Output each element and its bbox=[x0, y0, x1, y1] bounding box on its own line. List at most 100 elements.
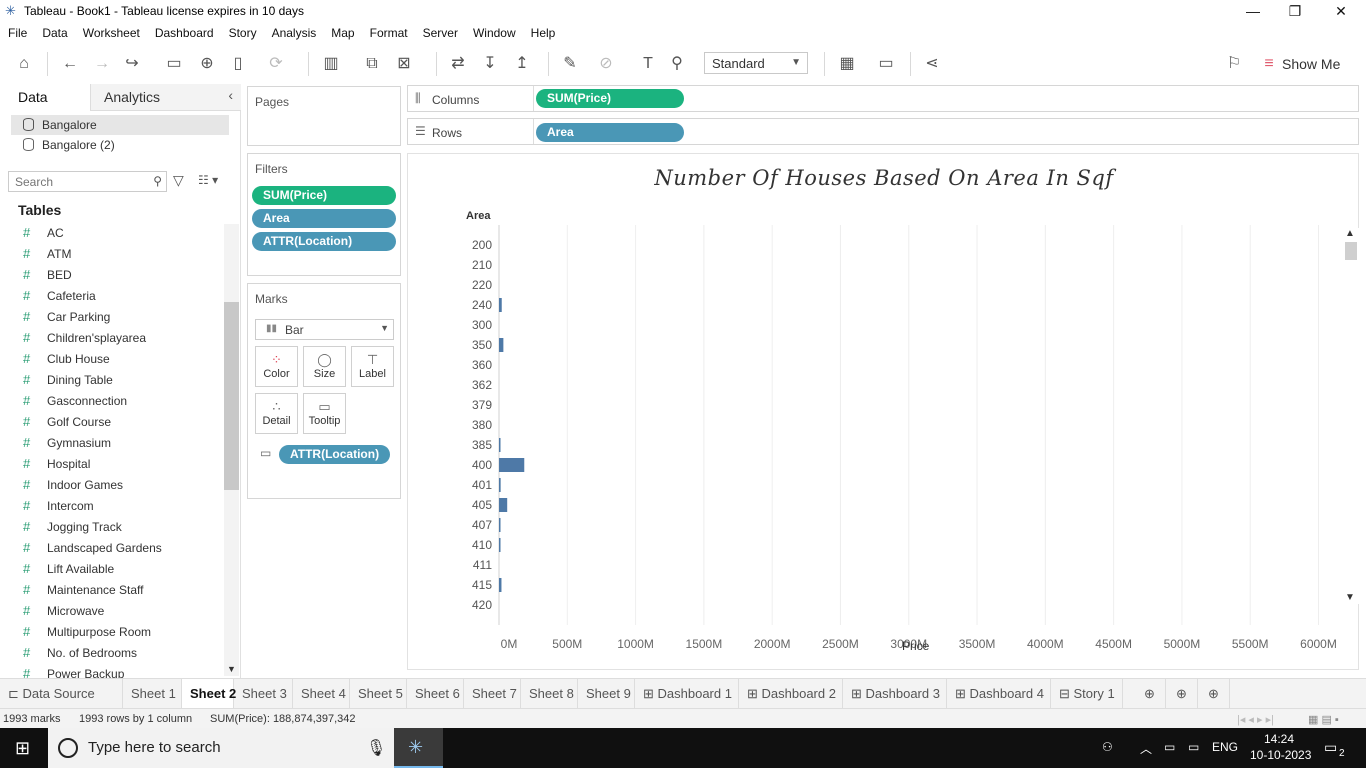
scroll-down-icon[interactable]: ▼ bbox=[227, 664, 236, 674]
format-painter-icon[interactable]: ⚐ bbox=[1222, 52, 1246, 76]
field-item[interactable]: # Microwave bbox=[0, 602, 222, 623]
pages-shelf[interactable]: Pages bbox=[247, 86, 401, 146]
label-button[interactable]: ⊤ Label bbox=[351, 346, 394, 387]
sheet-tab[interactable]: Sheet 5 bbox=[350, 679, 407, 708]
taskbar-tableau-app[interactable]: ✳ bbox=[394, 728, 443, 768]
show-me-icon[interactable]: ≡ bbox=[1258, 52, 1280, 76]
view-grid-icon[interactable]: ▦ ▤ ▪ bbox=[1308, 713, 1339, 726]
sheet-tab[interactable]: ⊏ Data Source bbox=[0, 679, 123, 708]
menu-help[interactable]: Help bbox=[523, 22, 563, 40]
menu-map[interactable]: Map bbox=[323, 22, 361, 40]
sheet-tab[interactable]: Sheet 1 bbox=[123, 679, 182, 708]
sheet-tab[interactable]: Sheet 2 bbox=[182, 679, 236, 708]
search-field[interactable]: ⚲ bbox=[8, 171, 167, 192]
mark-type-select[interactable]: ▮▮ Bar ▼ bbox=[255, 319, 394, 340]
highlight-icon[interactable]: ✎ bbox=[558, 52, 582, 76]
filter-pill-sum-price[interactable]: SUM(Price) bbox=[252, 186, 396, 205]
field-item[interactable]: # Multipurpose Room bbox=[0, 623, 222, 644]
sheet-tab[interactable]: ⊞ Dashboard 2 bbox=[739, 679, 843, 708]
bar[interactable] bbox=[499, 498, 508, 512]
nav-first-icon[interactable]: |◂ ◂ ▸ ▸| bbox=[1237, 713, 1274, 726]
windows-start-icon[interactable]: ⊞ bbox=[15, 738, 30, 759]
minimize-button[interactable]: — bbox=[1230, 0, 1276, 22]
filters-shelf[interactable]: Filters SUM(Price) Area ATTR(Location) bbox=[247, 153, 401, 276]
sheet-tab[interactable]: Sheet 4 bbox=[293, 679, 350, 708]
chart-scrollbar[interactable]: ▲ ▼ bbox=[1343, 228, 1359, 604]
rows-pill-area[interactable]: Area bbox=[536, 123, 684, 142]
bar[interactable] bbox=[499, 458, 525, 472]
datasource-bangalore-2[interactable]: Bangalore (2) bbox=[11, 135, 229, 155]
color-button[interactable]: ⁘ Color bbox=[255, 346, 298, 387]
home-icon[interactable]: ⌂ bbox=[12, 52, 36, 76]
bar[interactable] bbox=[499, 578, 502, 592]
field-item[interactable]: # Intercom bbox=[0, 497, 222, 518]
replay-icon[interactable]: ↪ bbox=[120, 52, 144, 76]
sheet-tab[interactable]: ⊞ Dashboard 4 bbox=[947, 679, 1051, 708]
field-item[interactable]: # Indoor Games bbox=[0, 476, 222, 497]
new-dashboard-tab-icon[interactable]: ⊕ bbox=[1166, 679, 1198, 708]
share-icon[interactable]: ⋖ bbox=[920, 52, 944, 76]
scroll-up-icon[interactable]: ▲ bbox=[1345, 228, 1355, 239]
tab-analytics[interactable]: Analytics ‹ bbox=[90, 84, 241, 111]
columns-pill-sum-price[interactable]: SUM(Price) bbox=[536, 89, 684, 108]
field-item[interactable]: # Maintenance Staff bbox=[0, 581, 222, 602]
sheet-tab[interactable]: ⊟ Story 1 bbox=[1051, 679, 1123, 708]
collapse-pane-icon[interactable]: ‹ bbox=[228, 87, 233, 103]
tab-data[interactable]: Data bbox=[0, 84, 90, 111]
detail-button[interactable]: ∴ Detail bbox=[255, 393, 298, 434]
field-item[interactable]: # Gymnasium bbox=[0, 434, 222, 455]
field-item[interactable]: # Children'splayarea bbox=[0, 329, 222, 350]
menu-analysis[interactable]: Analysis bbox=[264, 22, 324, 40]
sheet-tab[interactable]: Sheet 6 bbox=[407, 679, 464, 708]
new-story-tab-icon[interactable]: ⊕ bbox=[1198, 679, 1230, 708]
people-icon[interactable]: ⚇ bbox=[1102, 740, 1113, 754]
bar[interactable] bbox=[499, 298, 502, 312]
show-me-button[interactable]: Show Me bbox=[1282, 52, 1342, 76]
filter-icon[interactable]: ▽ bbox=[173, 172, 184, 189]
sheet-tab[interactable]: ⊞ Dashboard 1 bbox=[635, 679, 739, 708]
close-button[interactable]: ✕ bbox=[1318, 0, 1364, 22]
bar[interactable] bbox=[499, 338, 504, 352]
field-item[interactable]: # Gasconnection bbox=[0, 392, 222, 413]
taskbar-search[interactable]: Type here to search 🎙 bbox=[48, 728, 394, 768]
field-item[interactable]: # Golf Course bbox=[0, 413, 222, 434]
pause-updates-icon[interactable]: ▯ bbox=[226, 52, 250, 76]
field-item[interactable]: # Landscaped Gardens bbox=[0, 539, 222, 560]
presentation-mode-icon[interactable]: ▭ bbox=[874, 52, 898, 76]
bar[interactable] bbox=[499, 538, 501, 552]
microphone-icon[interactable]: 🎙 bbox=[366, 738, 386, 758]
sheet-tab[interactable]: Sheet 7 bbox=[464, 679, 521, 708]
bar[interactable] bbox=[499, 518, 501, 532]
filter-pill-area[interactable]: Area bbox=[252, 209, 396, 228]
field-item[interactable]: # No. of Bedrooms bbox=[0, 644, 222, 665]
fit-select[interactable]: Standard ▼ bbox=[704, 52, 808, 74]
menu-worksheet[interactable]: Worksheet bbox=[75, 22, 147, 40]
field-item[interactable]: # Cafeteria bbox=[0, 287, 222, 308]
network-icon[interactable]: ▭ bbox=[1188, 740, 1199, 754]
sheet-tab[interactable]: Sheet 3 bbox=[234, 679, 293, 708]
tray-date[interactable]: 10-10-2023 bbox=[1250, 748, 1311, 762]
swap-rows-columns-icon[interactable]: ⇄ bbox=[446, 52, 470, 76]
redo-icon[interactable]: → bbox=[90, 52, 114, 76]
sheet-tab[interactable]: Sheet 9 bbox=[578, 679, 635, 708]
field-item[interactable]: # ATM bbox=[0, 245, 222, 266]
battery-icon[interactable]: ▭ bbox=[1164, 740, 1175, 754]
tray-time[interactable]: 14:24 bbox=[1264, 732, 1294, 746]
filter-pill-location[interactable]: ATTR(Location) bbox=[252, 232, 396, 251]
field-item[interactable]: # BED bbox=[0, 266, 222, 287]
refresh-icon[interactable]: ⟳ bbox=[264, 52, 288, 76]
field-item[interactable]: # Car Parking bbox=[0, 308, 222, 329]
menu-story[interactable]: Story bbox=[221, 22, 264, 40]
save-icon[interactable]: ▭ bbox=[162, 52, 186, 76]
field-item[interactable]: # Dining Table bbox=[0, 371, 222, 392]
field-item[interactable]: # Club House bbox=[0, 350, 222, 371]
view-options-icon[interactable]: ☷ ▾ bbox=[198, 173, 218, 187]
restore-button[interactable]: ❐ bbox=[1272, 0, 1318, 22]
clear-sheet-icon[interactable]: ⊠ bbox=[392, 52, 416, 76]
chart-scrollbar-thumb[interactable] bbox=[1345, 242, 1357, 260]
columns-shelf[interactable]: ⫼ Columns SUM(Price) bbox=[407, 85, 1359, 112]
fix-axes-icon[interactable]: ⚲ bbox=[665, 52, 689, 76]
tray-chevron-icon[interactable]: ︿ bbox=[1140, 740, 1152, 757]
size-button[interactable]: ◯ Size bbox=[303, 346, 346, 387]
field-item[interactable]: # Lift Available bbox=[0, 560, 222, 581]
